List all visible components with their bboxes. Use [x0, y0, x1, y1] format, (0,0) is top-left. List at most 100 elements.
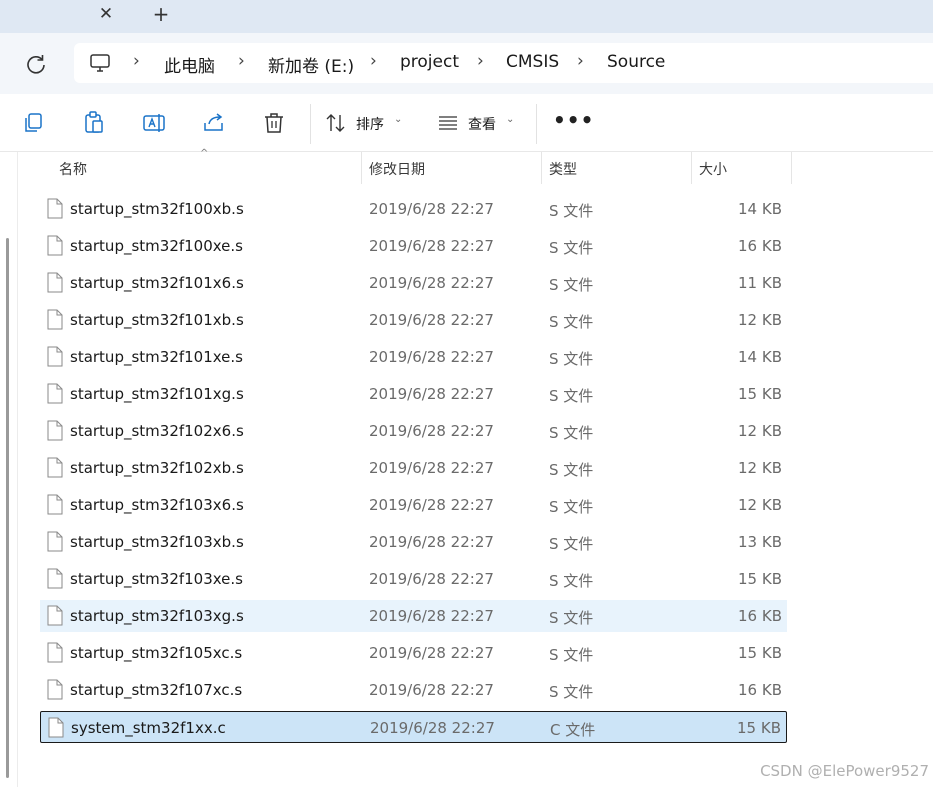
chevron-down-icon[interactable]: ⌄ — [506, 114, 514, 125]
file-name: startup_stm32f107xc.s — [70, 681, 243, 699]
file-type: S 文件 — [549, 239, 594, 257]
file-row[interactable]: startup_stm32f101xg.s 2019/6/28 22:27 S 文件… — [40, 378, 787, 410]
file-icon — [47, 346, 63, 367]
file-icon — [47, 531, 63, 552]
breadcrumb-chevron[interactable]: › — [477, 51, 484, 71]
file-row[interactable]: startup_stm32f102x6.s 2019/6/28 22:27 S 文件… — [40, 415, 787, 447]
breadcrumb-source[interactable]: Source — [607, 52, 665, 72]
breadcrumb-chevron[interactable]: › — [370, 51, 377, 71]
file-icon — [47, 642, 63, 663]
navigation-pane-divider[interactable] — [17, 152, 18, 787]
file-row[interactable]: startup_stm32f100xe.s 2019/6/28 22:27 S 文件… — [40, 230, 787, 262]
file-name: startup_stm32f101x6.s — [70, 274, 244, 292]
file-size: 15 KB — [738, 570, 782, 588]
file-name: startup_stm32f101xb.s — [70, 311, 244, 329]
file-icon — [47, 605, 63, 626]
toolbar-separator — [536, 104, 537, 144]
file-type: S 文件 — [549, 202, 594, 220]
tab-strip — [0, 0, 933, 33]
file-size: 12 KB — [738, 459, 782, 477]
file-row[interactable]: startup_stm32f103xb.s 2019/6/28 22:27 S 文件… — [40, 526, 787, 558]
file-row[interactable]: startup_stm32f100xb.s 2019/6/28 22:27 S 文件… — [40, 193, 787, 225]
column-header-name[interactable]: 名称 — [59, 159, 87, 179]
refresh-icon[interactable] — [23, 51, 49, 77]
file-type: S 文件 — [549, 461, 594, 479]
file-modified-date: 2019/6/28 22:27 — [369, 311, 494, 329]
file-name: startup_stm32f103xe.s — [70, 570, 243, 588]
file-type: C 文件 — [550, 721, 596, 739]
column-divider[interactable] — [361, 152, 362, 184]
more-options-button[interactable]: ••• — [553, 108, 594, 132]
file-row[interactable]: startup_stm32f107xc.s 2019/6/28 22:27 S 文件… — [40, 674, 787, 706]
file-row[interactable]: startup_stm32f105xc.s 2019/6/28 22:27 S 文件… — [40, 637, 787, 669]
file-name: startup_stm32f100xb.s — [70, 200, 244, 218]
file-modified-date: 2019/6/28 22:27 — [369, 200, 494, 218]
breadcrumb-cmsis[interactable]: CMSIS — [506, 52, 559, 72]
file-icon — [47, 679, 63, 700]
sort-icon[interactable] — [324, 111, 348, 135]
view-icon[interactable] — [436, 111, 460, 135]
file-type: S 文件 — [549, 276, 594, 294]
breadcrumb-chevron[interactable]: › — [133, 51, 140, 71]
breadcrumb-project[interactable]: project — [400, 52, 459, 72]
column-header-size[interactable]: 大小 — [699, 159, 727, 179]
new-tab-button[interactable]: + — [149, 2, 173, 26]
copy-icon[interactable] — [20, 109, 48, 137]
file-size: 12 KB — [738, 496, 782, 514]
file-modified-date: 2019/6/28 22:27 — [369, 607, 494, 625]
file-name: startup_stm32f100xe.s — [70, 237, 243, 255]
column-header-modified[interactable]: 修改日期 — [369, 159, 425, 179]
file-type: S 文件 — [549, 535, 594, 553]
file-type: S 文件 — [549, 572, 594, 590]
view-button[interactable]: 查看 — [468, 114, 496, 134]
chevron-down-icon[interactable]: ⌄ — [394, 114, 402, 125]
file-modified-date: 2019/6/28 22:27 — [369, 459, 494, 477]
breadcrumb-this-pc[interactable]: 此电脑 — [164, 52, 215, 77]
file-icon — [47, 494, 63, 515]
file-row[interactable]: startup_stm32f103xe.s 2019/6/28 22:27 S 文件… — [40, 563, 787, 595]
close-tab-icon[interactable]: ✕ — [94, 2, 118, 26]
file-type: S 文件 — [549, 350, 594, 368]
column-divider[interactable] — [691, 152, 692, 184]
file-row[interactable]: startup_stm32f101xb.s 2019/6/28 22:27 S 文件… — [40, 304, 787, 336]
column-divider[interactable] — [791, 152, 792, 184]
file-size: 16 KB — [738, 607, 782, 625]
file-modified-date: 2019/6/28 22:27 — [369, 644, 494, 662]
file-size: 12 KB — [738, 311, 782, 329]
file-row[interactable]: startup_stm32f102xb.s 2019/6/28 22:27 S 文件… — [40, 452, 787, 484]
column-divider[interactable] — [541, 152, 542, 184]
file-name: startup_stm32f105xc.s — [70, 644, 243, 662]
navigation-scrollbar[interactable] — [6, 238, 9, 778]
file-modified-date: 2019/6/28 22:27 — [369, 496, 494, 514]
file-type: S 文件 — [549, 498, 594, 516]
file-name: startup_stm32f103xb.s — [70, 533, 244, 551]
rename-icon[interactable] — [140, 109, 168, 137]
file-type: S 文件 — [549, 424, 594, 442]
file-icon — [47, 457, 63, 478]
file-size: 16 KB — [738, 237, 782, 255]
paste-icon[interactable] — [80, 109, 108, 137]
file-row[interactable]: startup_stm32f103x6.s 2019/6/28 22:27 S 文件… — [40, 489, 787, 521]
file-row[interactable]: system_stm32f1xx.c 2019/6/28 22:27 C 文件 15 … — [40, 711, 787, 743]
sort-button[interactable]: 排序 — [356, 114, 384, 134]
file-row[interactable]: startup_stm32f101x6.s 2019/6/28 22:27 S 文件… — [40, 267, 787, 299]
file-name: startup_stm32f103x6.s — [70, 496, 244, 514]
file-size: 15 KB — [737, 719, 781, 737]
file-row[interactable]: startup_stm32f103xg.s 2019/6/28 22:27 S 文件… — [40, 600, 787, 632]
file-name: startup_stm32f102xb.s — [70, 459, 244, 477]
delete-icon[interactable] — [260, 109, 288, 137]
file-type: S 文件 — [549, 683, 594, 701]
file-modified-date: 2019/6/28 22:27 — [369, 570, 494, 588]
share-icon[interactable] — [200, 109, 228, 137]
breadcrumb-chevron[interactable]: › — [238, 51, 245, 71]
file-icon — [48, 717, 64, 738]
file-size: 13 KB — [738, 533, 782, 551]
breadcrumb-chevron[interactable]: › — [577, 51, 584, 71]
breadcrumb-volume-e[interactable]: 新加卷 (E:) — [268, 52, 354, 77]
file-size: 12 KB — [738, 422, 782, 440]
this-pc-icon[interactable] — [88, 51, 112, 75]
file-icon — [47, 235, 63, 256]
column-header-type[interactable]: 类型 — [549, 159, 577, 179]
file-type: S 文件 — [549, 387, 594, 405]
file-row[interactable]: startup_stm32f101xe.s 2019/6/28 22:27 S 文件… — [40, 341, 787, 373]
